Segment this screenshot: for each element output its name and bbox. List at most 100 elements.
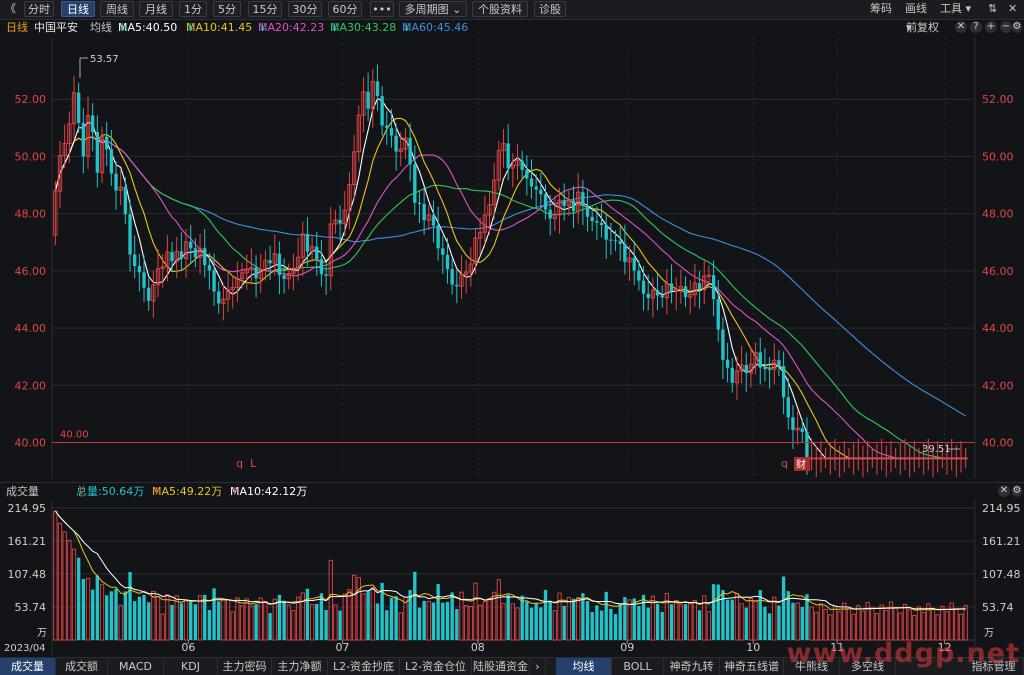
diagnose-button[interactable]: 诊股 xyxy=(534,1,566,17)
tab-daily[interactable]: 日线 xyxy=(61,1,95,17)
tab-5min[interactable]: 5分 xyxy=(213,1,241,17)
ma10-line xyxy=(54,117,966,459)
volume-bar xyxy=(637,606,641,640)
back-icon[interactable]: 《 xyxy=(5,1,16,17)
candle-body xyxy=(525,169,529,179)
candle-body xyxy=(128,214,132,255)
tab-l2-position[interactable]: L2-资金仓位 xyxy=(400,658,472,675)
ma-label[interactable]: 均线 xyxy=(90,19,112,36)
volume-bar xyxy=(436,584,440,640)
y-tick-label: 46.00 xyxy=(982,265,1014,278)
volume-bar xyxy=(940,605,945,641)
help-icon[interactable]: ? xyxy=(970,21,982,33)
candle-body xyxy=(338,219,342,224)
stock-info-button[interactable]: 个股资料 xyxy=(472,1,528,17)
volume-bar xyxy=(118,604,123,641)
chip-button[interactable]: 筹码 xyxy=(870,1,892,17)
tab-turnover[interactable]: 成交额 xyxy=(56,658,108,675)
volume-bar xyxy=(548,600,552,640)
candlestick-chart[interactable]: 52.00 50.00 48.00 46.00 44.00 42.00 40.00 52.0… xyxy=(0,38,1024,478)
zoom-in-icon[interactable]: + xyxy=(985,21,997,33)
volume-bar xyxy=(543,589,548,640)
volume-bar xyxy=(268,613,272,640)
volume-bar xyxy=(739,603,744,641)
candle-body xyxy=(604,225,608,240)
close-icon[interactable]: ✕ xyxy=(1008,1,1017,17)
tab-five-lines[interactable]: 神奇五线谱 xyxy=(720,658,784,675)
tab-kdj[interactable]: KDJ xyxy=(164,658,218,675)
volume-bar xyxy=(394,596,398,640)
draw-line-button[interactable]: 画线 xyxy=(905,1,927,17)
gear-icon[interactable]: ⚙ xyxy=(1012,485,1022,497)
candle-body xyxy=(683,286,688,298)
volume-bar xyxy=(81,578,86,640)
volume-bar xyxy=(506,594,510,640)
tab-l2-bottom[interactable]: L2-资金抄底 xyxy=(328,658,400,675)
volume-bar xyxy=(455,609,459,640)
tab-weekly[interactable]: 周线 xyxy=(100,1,134,17)
volume-bar xyxy=(744,607,748,640)
volume-bar xyxy=(370,587,375,641)
volume-bar xyxy=(515,607,520,641)
tab-northbound[interactable]: 陆股通资金 xyxy=(472,658,530,675)
swap-icon[interactable]: ⇅ xyxy=(988,1,997,17)
volume-bar xyxy=(944,611,950,641)
y-tick-label: 44.00 xyxy=(15,322,47,335)
tools-label: 工具 xyxy=(940,2,962,15)
tab-main-net[interactable]: 主力净额 xyxy=(272,658,328,675)
volume-unit-left: 万 xyxy=(37,628,47,639)
tab-main-code[interactable]: 主力密码 xyxy=(218,658,272,675)
tab-volume[interactable]: 成交量 xyxy=(0,658,56,675)
stock-name: 中国平安 xyxy=(34,21,78,34)
tab-60min[interactable]: 60分 xyxy=(328,1,362,17)
candle-body xyxy=(613,240,618,242)
volume-bar xyxy=(342,593,347,641)
candle-body xyxy=(319,259,324,275)
volume-bar xyxy=(525,601,529,640)
candle-body xyxy=(730,367,734,383)
tab-monthly[interactable]: 月线 xyxy=(139,1,173,17)
volume-bar xyxy=(692,600,698,641)
volume-bar xyxy=(212,588,216,640)
volume-bar xyxy=(777,605,781,640)
volume-chart[interactable]: 214.95 161.21 107.48 53.74 214.95 161.21 107.… xyxy=(0,500,1024,656)
candle-body xyxy=(217,291,221,304)
volume-bar xyxy=(207,610,212,640)
candle-body xyxy=(81,122,86,157)
volume-bar xyxy=(837,611,842,641)
close-icon[interactable]: ✕ xyxy=(955,21,967,33)
event-marker-q: q xyxy=(781,457,788,470)
volume-bar xyxy=(604,591,608,640)
volume-bar xyxy=(441,602,445,640)
x-tick-label: 08 xyxy=(471,641,485,654)
more-button[interactable]: ••• xyxy=(370,1,394,17)
candle-body xyxy=(791,417,795,430)
ma60-line xyxy=(54,136,966,417)
tab-1min[interactable]: 1分 xyxy=(179,1,207,17)
volume-bar xyxy=(884,610,889,641)
zoom-out-icon[interactable]: − xyxy=(1000,21,1012,33)
gear-icon[interactable]: ⚙ xyxy=(1012,21,1022,33)
tab-td9[interactable]: 神奇九转 xyxy=(664,658,720,675)
y-axis-right: 52.00 50.00 48.00 46.00 44.00 42.00 40.00 xyxy=(982,93,1014,449)
tab-15min[interactable]: 15分 xyxy=(248,1,282,17)
volume-bar xyxy=(898,612,903,641)
volume-bar xyxy=(422,600,426,640)
x-tick-label: 06 xyxy=(181,641,195,654)
ma20-line xyxy=(54,136,966,459)
tab-ma[interactable]: 均线 xyxy=(556,658,612,675)
tab-boll[interactable]: BOLL xyxy=(612,658,664,675)
volume-bar xyxy=(315,603,319,640)
tab-fenshi[interactable]: 分时 xyxy=(24,1,54,17)
tab-30min[interactable]: 30分 xyxy=(288,1,322,17)
volume-bar xyxy=(902,603,908,641)
multi-period-dropdown[interactable]: 多周期图 ⌄ xyxy=(399,1,467,17)
chevron-right-icon[interactable]: › xyxy=(530,658,546,675)
volume-bar xyxy=(128,572,132,640)
candle-body xyxy=(268,260,272,264)
close-icon[interactable]: ✕ xyxy=(998,485,1010,497)
tab-macd[interactable]: MACD xyxy=(108,658,164,675)
candle-body xyxy=(781,366,786,398)
tools-menu[interactable]: 工具 ▾ xyxy=(940,1,971,17)
y-tick-label: 161.21 xyxy=(982,535,1021,548)
